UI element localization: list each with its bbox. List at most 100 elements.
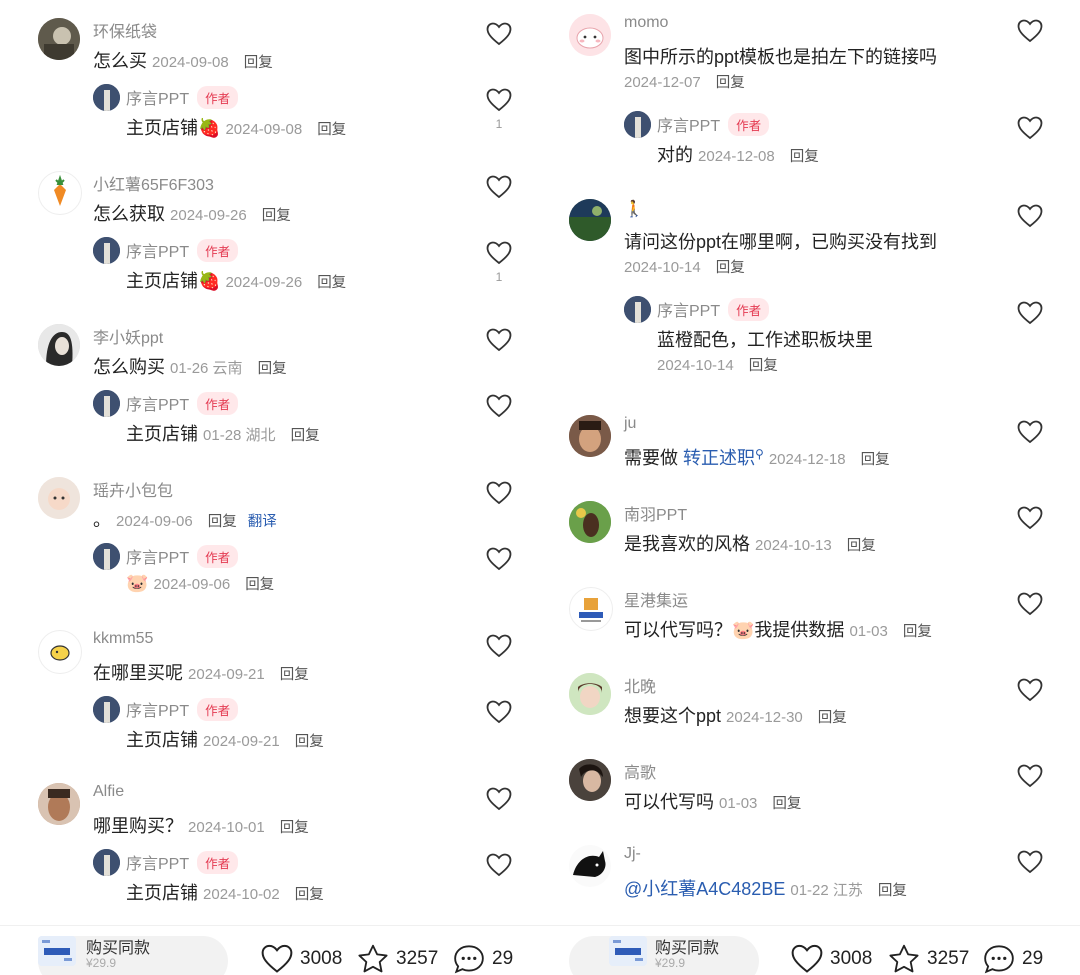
- reply-button[interactable]: 回复: [317, 122, 346, 138]
- avatar[interactable]: [38, 477, 80, 519]
- comment-username[interactable]: Alfie: [93, 783, 124, 801]
- author-avatar[interactable]: [624, 111, 651, 138]
- reply-button[interactable]: 回复: [716, 260, 745, 276]
- author-avatar[interactable]: [93, 543, 120, 570]
- reply-button[interactable]: 回复: [280, 820, 309, 836]
- reply-button[interactable]: 回复: [861, 452, 890, 468]
- comment-username[interactable]: 🚶: [624, 199, 644, 219]
- reply-button[interactable]: 回复: [749, 358, 778, 374]
- avatar[interactable]: [569, 759, 611, 801]
- heart-icon[interactable]: [486, 22, 512, 46]
- heart-icon[interactable]: [1017, 678, 1043, 702]
- comment-username[interactable]: 李小妖ppt: [93, 324, 163, 348]
- avatar[interactable]: [569, 14, 611, 56]
- heart-icon[interactable]: [486, 547, 512, 571]
- comment-username[interactable]: 北晚: [624, 673, 656, 697]
- author-avatar[interactable]: [93, 237, 120, 264]
- heart-icon[interactable]: [486, 241, 512, 265]
- comment-username[interactable]: 南羽PPT: [624, 501, 687, 525]
- author-avatar[interactable]: [93, 849, 120, 876]
- avatar[interactable]: [38, 18, 80, 60]
- avatar[interactable]: [569, 845, 611, 887]
- heart-icon[interactable]: [1017, 592, 1043, 616]
- reply-button[interactable]: 回复: [262, 208, 291, 224]
- reply-text: 🐷: [126, 573, 149, 593]
- heart-icon[interactable]: [486, 175, 512, 199]
- comment-username[interactable]: 环保纸袋: [93, 18, 157, 42]
- reply-button[interactable]: 回复: [772, 796, 801, 812]
- reply-button[interactable]: 回复: [818, 710, 847, 726]
- reply-button[interactable]: 回复: [716, 75, 745, 91]
- heart-icon[interactable]: [1017, 301, 1043, 325]
- author-avatar[interactable]: [93, 696, 120, 723]
- avatar[interactable]: [38, 324, 80, 366]
- author-username[interactable]: 序言PPT: [126, 91, 189, 108]
- avatar[interactable]: [569, 199, 611, 241]
- comment-username[interactable]: 小红薯65F6F303: [93, 171, 214, 195]
- heart-icon[interactable]: [486, 634, 512, 658]
- heart-icon[interactable]: [486, 787, 512, 811]
- avatar[interactable]: [38, 630, 82, 674]
- author-avatar[interactable]: [624, 296, 651, 323]
- heart-icon[interactable]: [1017, 764, 1043, 788]
- star-stat[interactable]: 3257: [356, 944, 438, 974]
- reply-button[interactable]: 回复: [208, 514, 237, 530]
- heart-icon[interactable]: [486, 481, 512, 505]
- comment-username[interactable]: Jj-: [624, 845, 641, 863]
- reply-button[interactable]: 回复: [317, 275, 346, 291]
- author-username[interactable]: 序言PPT: [657, 118, 720, 135]
- heart-icon[interactable]: [486, 328, 512, 352]
- reply-button[interactable]: 回复: [295, 887, 324, 903]
- reply-date: 2024-12-08: [698, 148, 775, 165]
- author-username[interactable]: 序言PPT: [126, 397, 189, 414]
- heart-icon[interactable]: [1017, 506, 1043, 530]
- author-avatar[interactable]: [93, 84, 120, 111]
- comment-stat[interactable]: 29: [982, 944, 1043, 974]
- star-stat[interactable]: 3257: [887, 944, 969, 974]
- heart-icon[interactable]: [1017, 420, 1043, 444]
- avatar[interactable]: [569, 587, 613, 631]
- author-username[interactable]: 序言PPT: [126, 550, 189, 567]
- comment-stat[interactable]: 29: [452, 944, 513, 974]
- comment-count: 29: [492, 948, 514, 969]
- heart-icon[interactable]: [486, 853, 512, 877]
- heart-icon[interactable]: [486, 700, 512, 724]
- heart-icon[interactable]: [1017, 19, 1043, 43]
- avatar[interactable]: [38, 171, 82, 215]
- author-username[interactable]: 序言PPT: [126, 703, 189, 720]
- translate-button[interactable]: 翻译: [248, 514, 277, 530]
- comment-username[interactable]: kkmm55: [93, 630, 153, 648]
- author-username[interactable]: 序言PPT: [126, 856, 189, 873]
- topic-link[interactable]: 转正述职: [683, 448, 755, 468]
- like-stat[interactable]: 3008: [790, 944, 872, 974]
- reply-button[interactable]: 回复: [847, 538, 876, 554]
- author-username[interactable]: 序言PPT: [126, 244, 189, 261]
- reply-button[interactable]: 回复: [291, 428, 320, 444]
- reply-button[interactable]: 回复: [790, 149, 819, 165]
- reply-button[interactable]: 回复: [245, 577, 274, 593]
- heart-icon[interactable]: [1017, 850, 1043, 874]
- comment-username[interactable]: ju: [624, 415, 636, 433]
- reply-button[interactable]: 回复: [280, 667, 309, 683]
- reply-button[interactable]: 回复: [244, 55, 273, 71]
- reply-button[interactable]: 回复: [295, 734, 324, 750]
- author-username[interactable]: 序言PPT: [657, 303, 720, 320]
- avatar[interactable]: [569, 415, 611, 457]
- heart-icon[interactable]: [1017, 116, 1043, 140]
- avatar[interactable]: [569, 673, 611, 715]
- comment-username[interactable]: 高歌: [624, 759, 656, 783]
- heart-icon[interactable]: [1017, 204, 1043, 228]
- avatar[interactable]: [569, 501, 611, 543]
- comment-username[interactable]: momo: [624, 14, 668, 32]
- reply-button[interactable]: 回复: [878, 883, 907, 899]
- heart-icon[interactable]: [486, 394, 512, 418]
- mention-link[interactable]: @小红薯A4C482BE: [624, 879, 785, 899]
- comment-username[interactable]: 瑶卉小包包: [93, 477, 173, 501]
- author-avatar[interactable]: [93, 390, 120, 417]
- like-stat[interactable]: 3008: [260, 944, 342, 974]
- comment-username[interactable]: 星港集运: [624, 587, 688, 611]
- reply-button[interactable]: 回复: [903, 624, 932, 640]
- reply-button[interactable]: 回复: [258, 361, 287, 377]
- heart-icon[interactable]: [486, 88, 512, 112]
- avatar[interactable]: [38, 783, 80, 825]
